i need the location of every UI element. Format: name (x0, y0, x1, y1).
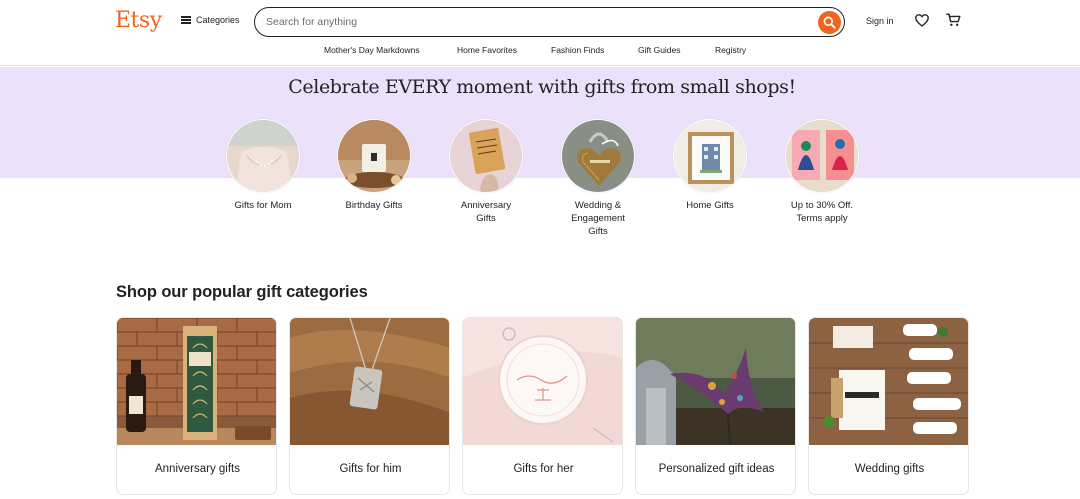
circle-label: Home Gifts (686, 200, 734, 211)
circle-wedding-engagement-gifts[interactable]: Wedding & Engagement Gifts (543, 119, 653, 238)
circle-anniversary-gifts[interactable]: Anniversary Gifts (431, 119, 541, 225)
card-anniversary-gifts[interactable]: Anniversary gifts (116, 317, 277, 495)
circle-label: Birthday Gifts (345, 200, 403, 211)
hero-title: Celebrate EVERY moment with gifts from s… (288, 76, 796, 98)
circle-gifts-for-mom[interactable]: Gifts for Mom (208, 119, 318, 212)
gifts-for-him-card-image (290, 318, 449, 445)
circle-label: Anniversary Gifts (460, 200, 512, 224)
circle-label: Wedding & Engagement Gifts (571, 200, 625, 237)
wedding-gifts-image (561, 119, 635, 193)
nav-home-favorites[interactable]: Home Favorites (457, 45, 517, 55)
categories-button[interactable]: Categories (181, 15, 240, 25)
card-gifts-for-her[interactable]: Gifts for her (462, 317, 623, 495)
anniversary-gifts-card-image (117, 318, 276, 445)
gifts-for-mom-image (226, 119, 300, 193)
sale-image (785, 119, 859, 193)
search-bar (254, 7, 845, 37)
circle-sale-30-off[interactable]: Up to 30% Off. Terms apply (767, 119, 877, 225)
nav-fashion-finds[interactable]: Fashion Finds (551, 45, 604, 55)
card-label: Personalized gift ideas (658, 463, 775, 475)
card-label: Gifts for him (339, 463, 402, 475)
menu-icon (181, 16, 191, 24)
personalized-gifts-card-image (636, 318, 795, 445)
wedding-gifts-card-image (809, 318, 968, 445)
site-header: Etsy Categories Sign in Mother's Day Mar… (0, 0, 1080, 66)
popular-categories-title: Shop our popular gift categories (116, 283, 368, 301)
categories-label: Categories (196, 15, 240, 25)
search-icon (823, 16, 836, 29)
gift-circle-row: Gifts for Mom Birthday Gifts Anniversary… (0, 119, 1080, 244)
card-label: Wedding gifts (854, 463, 925, 475)
cart-icon[interactable] (946, 13, 961, 27)
circle-home-gifts[interactable]: Home Gifts (655, 119, 765, 212)
popular-categories-row: Anniversary gifts Gifts for him Gifts fo… (116, 317, 969, 497)
sign-in-link[interactable]: Sign in (866, 16, 894, 26)
etsy-logo[interactable]: Etsy (115, 8, 162, 33)
birthday-gifts-image (337, 119, 411, 193)
card-label: Anniversary gifts (154, 463, 240, 475)
home-gifts-image (673, 119, 747, 193)
card-label: Gifts for her (513, 463, 574, 475)
search-input[interactable] (266, 13, 806, 31)
card-wedding-gifts[interactable]: Wedding gifts (808, 317, 969, 495)
heart-icon[interactable] (915, 14, 929, 27)
nav-mothers-day-markdowns[interactable]: Mother's Day Markdowns (324, 45, 420, 55)
nav-registry[interactable]: Registry (715, 45, 746, 55)
circle-label: Gifts for Mom (234, 200, 292, 211)
card-gifts-for-him[interactable]: Gifts for him (289, 317, 450, 495)
top-nav: Mother's Day Markdowns Home Favorites Fa… (0, 45, 1080, 59)
circle-birthday-gifts[interactable]: Birthday Gifts (319, 119, 429, 212)
circle-label: Up to 30% Off. Terms apply (790, 200, 854, 224)
anniversary-gifts-image (449, 119, 523, 193)
card-personalized-gift-ideas[interactable]: Personalized gift ideas (635, 317, 796, 495)
gifts-for-her-card-image (463, 318, 622, 445)
search-button[interactable] (818, 10, 841, 34)
nav-gift-guides[interactable]: Gift Guides (638, 45, 681, 55)
